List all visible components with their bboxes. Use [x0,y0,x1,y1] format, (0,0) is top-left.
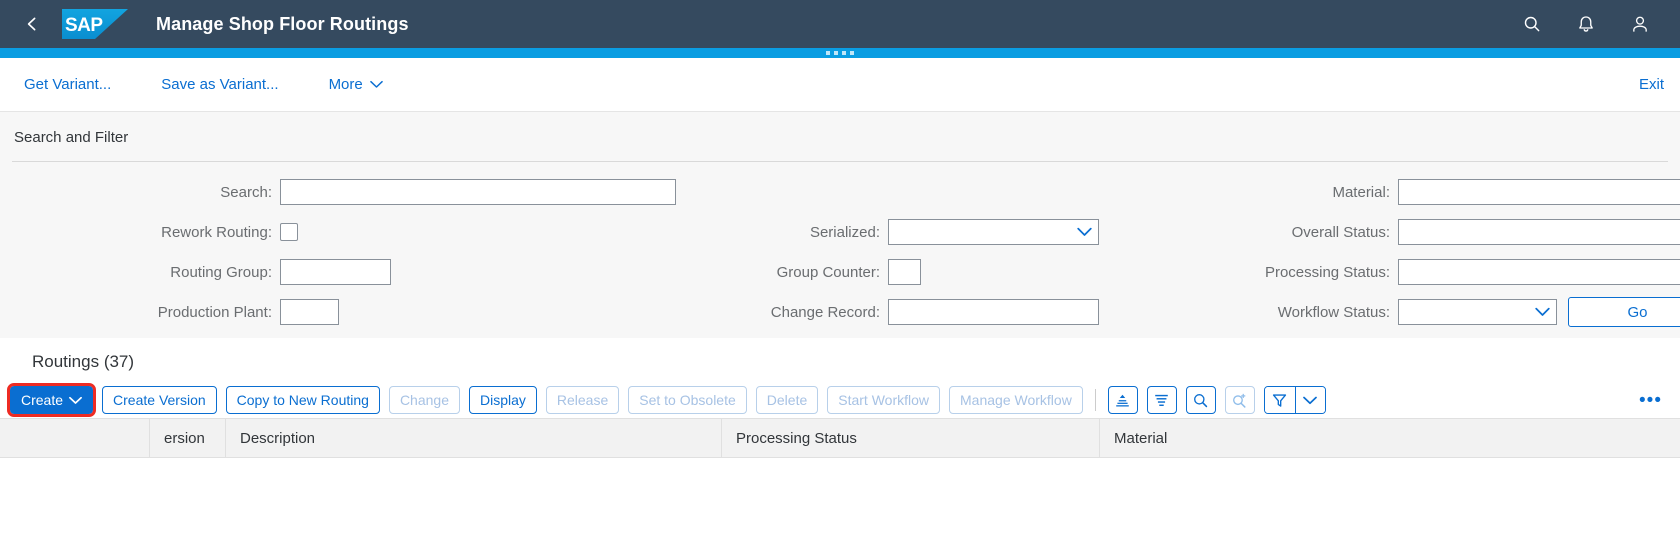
search-and-filter-panel: Search and Filter Search: Material: Rewo… [0,112,1680,338]
chevron-down-icon [369,80,383,88]
exit-link[interactable]: Exit [1639,76,1664,93]
grip-dot [850,51,854,55]
create-button[interactable]: Create [6,383,97,417]
shell-search-button[interactable] [1518,10,1546,38]
splitter-bar[interactable] [0,48,1680,58]
filter-dropdown-button[interactable] [1294,387,1325,413]
change-record-input[interactable] [888,299,1099,325]
rework-routing-checkbox[interactable] [280,223,298,241]
column-header-description[interactable]: Description [226,418,722,458]
column-header-version[interactable]: ersion [150,418,226,458]
svg-text:SAP: SAP [65,15,103,36]
label-overall-status: Overall Status: [1291,223,1390,241]
routings-table-section: Routings (37) Create Create Version Copy… [0,338,1680,458]
filter-split-button[interactable] [1263,386,1326,414]
display-button[interactable]: Display [468,386,537,414]
chevron-down-icon [69,396,82,404]
toolbar-overflow-button[interactable]: ••• [1635,391,1666,410]
get-variant-link[interactable]: Get Variant... [24,76,111,93]
variant-toolbar: Get Variant... Save as Variant... More E… [0,58,1680,112]
table-column-header: ersion Description Processing Status Mat… [0,418,1680,458]
chevron-down-icon [1303,396,1318,404]
production-plant-input[interactable] [280,299,339,325]
change-button: Change [388,386,460,414]
sort-button[interactable] [1107,386,1138,414]
label-group-counter: Group Counter: [776,263,880,281]
filter-section-title: Search and Filter [14,129,129,146]
filter-button[interactable] [1264,387,1295,413]
save-as-variant-link[interactable]: Save as Variant... [161,76,278,93]
group-button[interactable] [1146,386,1177,414]
toolbar-separator [1094,389,1096,411]
label-routing-group: Routing Group: [170,263,272,281]
table-toolbar: Create Create Version Copy to New Routin… [0,382,1680,418]
go-button[interactable]: Go [1568,297,1680,327]
processing-status-select[interactable] [1398,259,1680,285]
label-workflow-status: Workflow Status: [1277,303,1390,321]
release-button: Release [545,386,620,414]
search-icon [1524,16,1540,32]
group-counter-input[interactable] [888,259,921,285]
search-icon [1194,393,1208,407]
sap-logo: SAP [62,9,128,39]
create-version-button[interactable]: Create Version [102,386,217,414]
routing-group-input[interactable] [280,259,391,285]
grip-dot [834,51,838,55]
column-header-blank[interactable] [0,418,150,458]
column-header-material[interactable]: Material [1100,418,1680,458]
routings-header-row: Routings (37) [0,338,1680,382]
shell-user-button[interactable] [1626,10,1654,38]
splitter-grip[interactable] [826,51,854,55]
table-search-button[interactable] [1185,386,1216,414]
navigate-back-button[interactable] [12,4,52,44]
group-icon [1155,394,1169,406]
page-title: Manage Shop Floor Routings [156,13,409,34]
grip-dot [826,51,830,55]
start-workflow-button: Start Workflow [827,386,941,414]
copy-to-new-routing-button[interactable]: Copy to New Routing [225,386,380,414]
label-rework-routing: Rework Routing: [161,223,272,241]
navigate-back-icon [27,17,36,31]
filter-icon [1273,393,1287,407]
shell-header: SAP Manage Shop Floor Routings [0,0,1680,48]
create-button-label: Create [21,392,64,408]
shell-notifications-button[interactable] [1572,10,1600,38]
shell-icon-group [1518,10,1664,38]
search-plus-button [1224,386,1255,414]
more-label: More [328,76,363,93]
workflow-status-select[interactable] [1398,299,1557,325]
routings-title: Routings (37) [32,352,135,371]
label-search: Search: [220,183,272,201]
more-menu-button[interactable]: More [329,76,383,93]
label-material: Material: [1332,183,1390,201]
overall-status-select[interactable] [1398,219,1680,245]
user-icon [1633,16,1647,32]
bell-icon [1579,15,1593,32]
grip-dot [842,51,846,55]
serialized-select[interactable] [888,219,1099,245]
search-plus-icon [1233,393,1246,408]
column-header-processing-status[interactable]: Processing Status [722,418,1100,458]
label-production-plant: Production Plant: [157,303,272,321]
search-input[interactable] [280,179,676,205]
sort-icon [1116,394,1130,406]
label-serialized: Serialized: [809,223,880,241]
label-processing-status: Processing Status: [1264,263,1390,281]
set-to-obsolete-button: Set to Obsolete [628,386,747,414]
material-input[interactable] [1398,179,1680,205]
label-change-record: Change Record: [770,303,880,321]
manage-workflow-button: Manage Workflow [949,386,1083,414]
filter-grid: Search: Material: Rework Routing: Serial… [0,162,1680,332]
delete-button: Delete [755,386,819,414]
